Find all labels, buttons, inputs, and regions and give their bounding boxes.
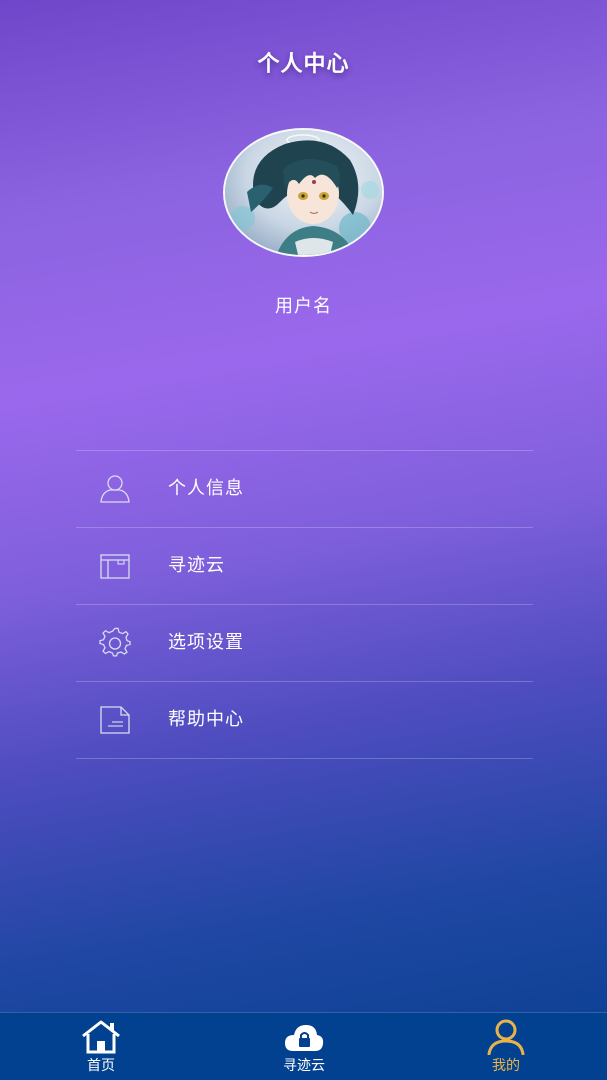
menu-item-personal-info[interactable]: 个人信息 bbox=[76, 451, 533, 528]
box-icon bbox=[100, 554, 130, 579]
tab-cloud[interactable]: 寻迹云 bbox=[234, 1013, 374, 1080]
menu-item-label: 寻迹云 bbox=[168, 555, 225, 576]
menu-item-settings[interactable]: 选项设置 bbox=[76, 605, 533, 682]
menu-item-cloud[interactable]: 寻迹云 bbox=[76, 528, 533, 605]
settings-menu: 个人信息 寻迹云 选项设置 帮助中心 bbox=[76, 450, 533, 759]
page-title: 个人中心 bbox=[257, 52, 350, 77]
cloud-lock-icon bbox=[285, 1025, 324, 1051]
person-icon bbox=[487, 1019, 525, 1055]
avatar-image bbox=[225, 130, 382, 255]
menu-item-help[interactable]: 帮助中心 bbox=[76, 682, 533, 759]
tab-label: 我的 bbox=[492, 1058, 520, 1074]
profile-screen: 个人中心 用户名 个人信息 寻迹云 选项设置 帮助中心 首页 寻迹云 我的 bbox=[0, 0, 607, 1080]
gear-icon bbox=[99, 627, 131, 657]
username: 用户名 bbox=[275, 296, 332, 317]
tab-home[interactable]: 首页 bbox=[31, 1013, 171, 1080]
tab-mine[interactable]: 我的 bbox=[436, 1013, 576, 1080]
tab-label: 寻迹云 bbox=[283, 1058, 325, 1074]
home-icon bbox=[82, 1020, 120, 1054]
menu-item-label: 帮助中心 bbox=[168, 709, 244, 730]
menu-item-label: 个人信息 bbox=[168, 478, 244, 499]
avatar[interactable] bbox=[223, 128, 384, 257]
user-icon bbox=[100, 475, 130, 503]
menu-item-label: 选项设置 bbox=[168, 632, 244, 653]
document-icon bbox=[100, 706, 130, 734]
tab-label: 首页 bbox=[87, 1058, 115, 1074]
bottom-tab-bar: 首页 寻迹云 我的 bbox=[0, 1012, 607, 1080]
